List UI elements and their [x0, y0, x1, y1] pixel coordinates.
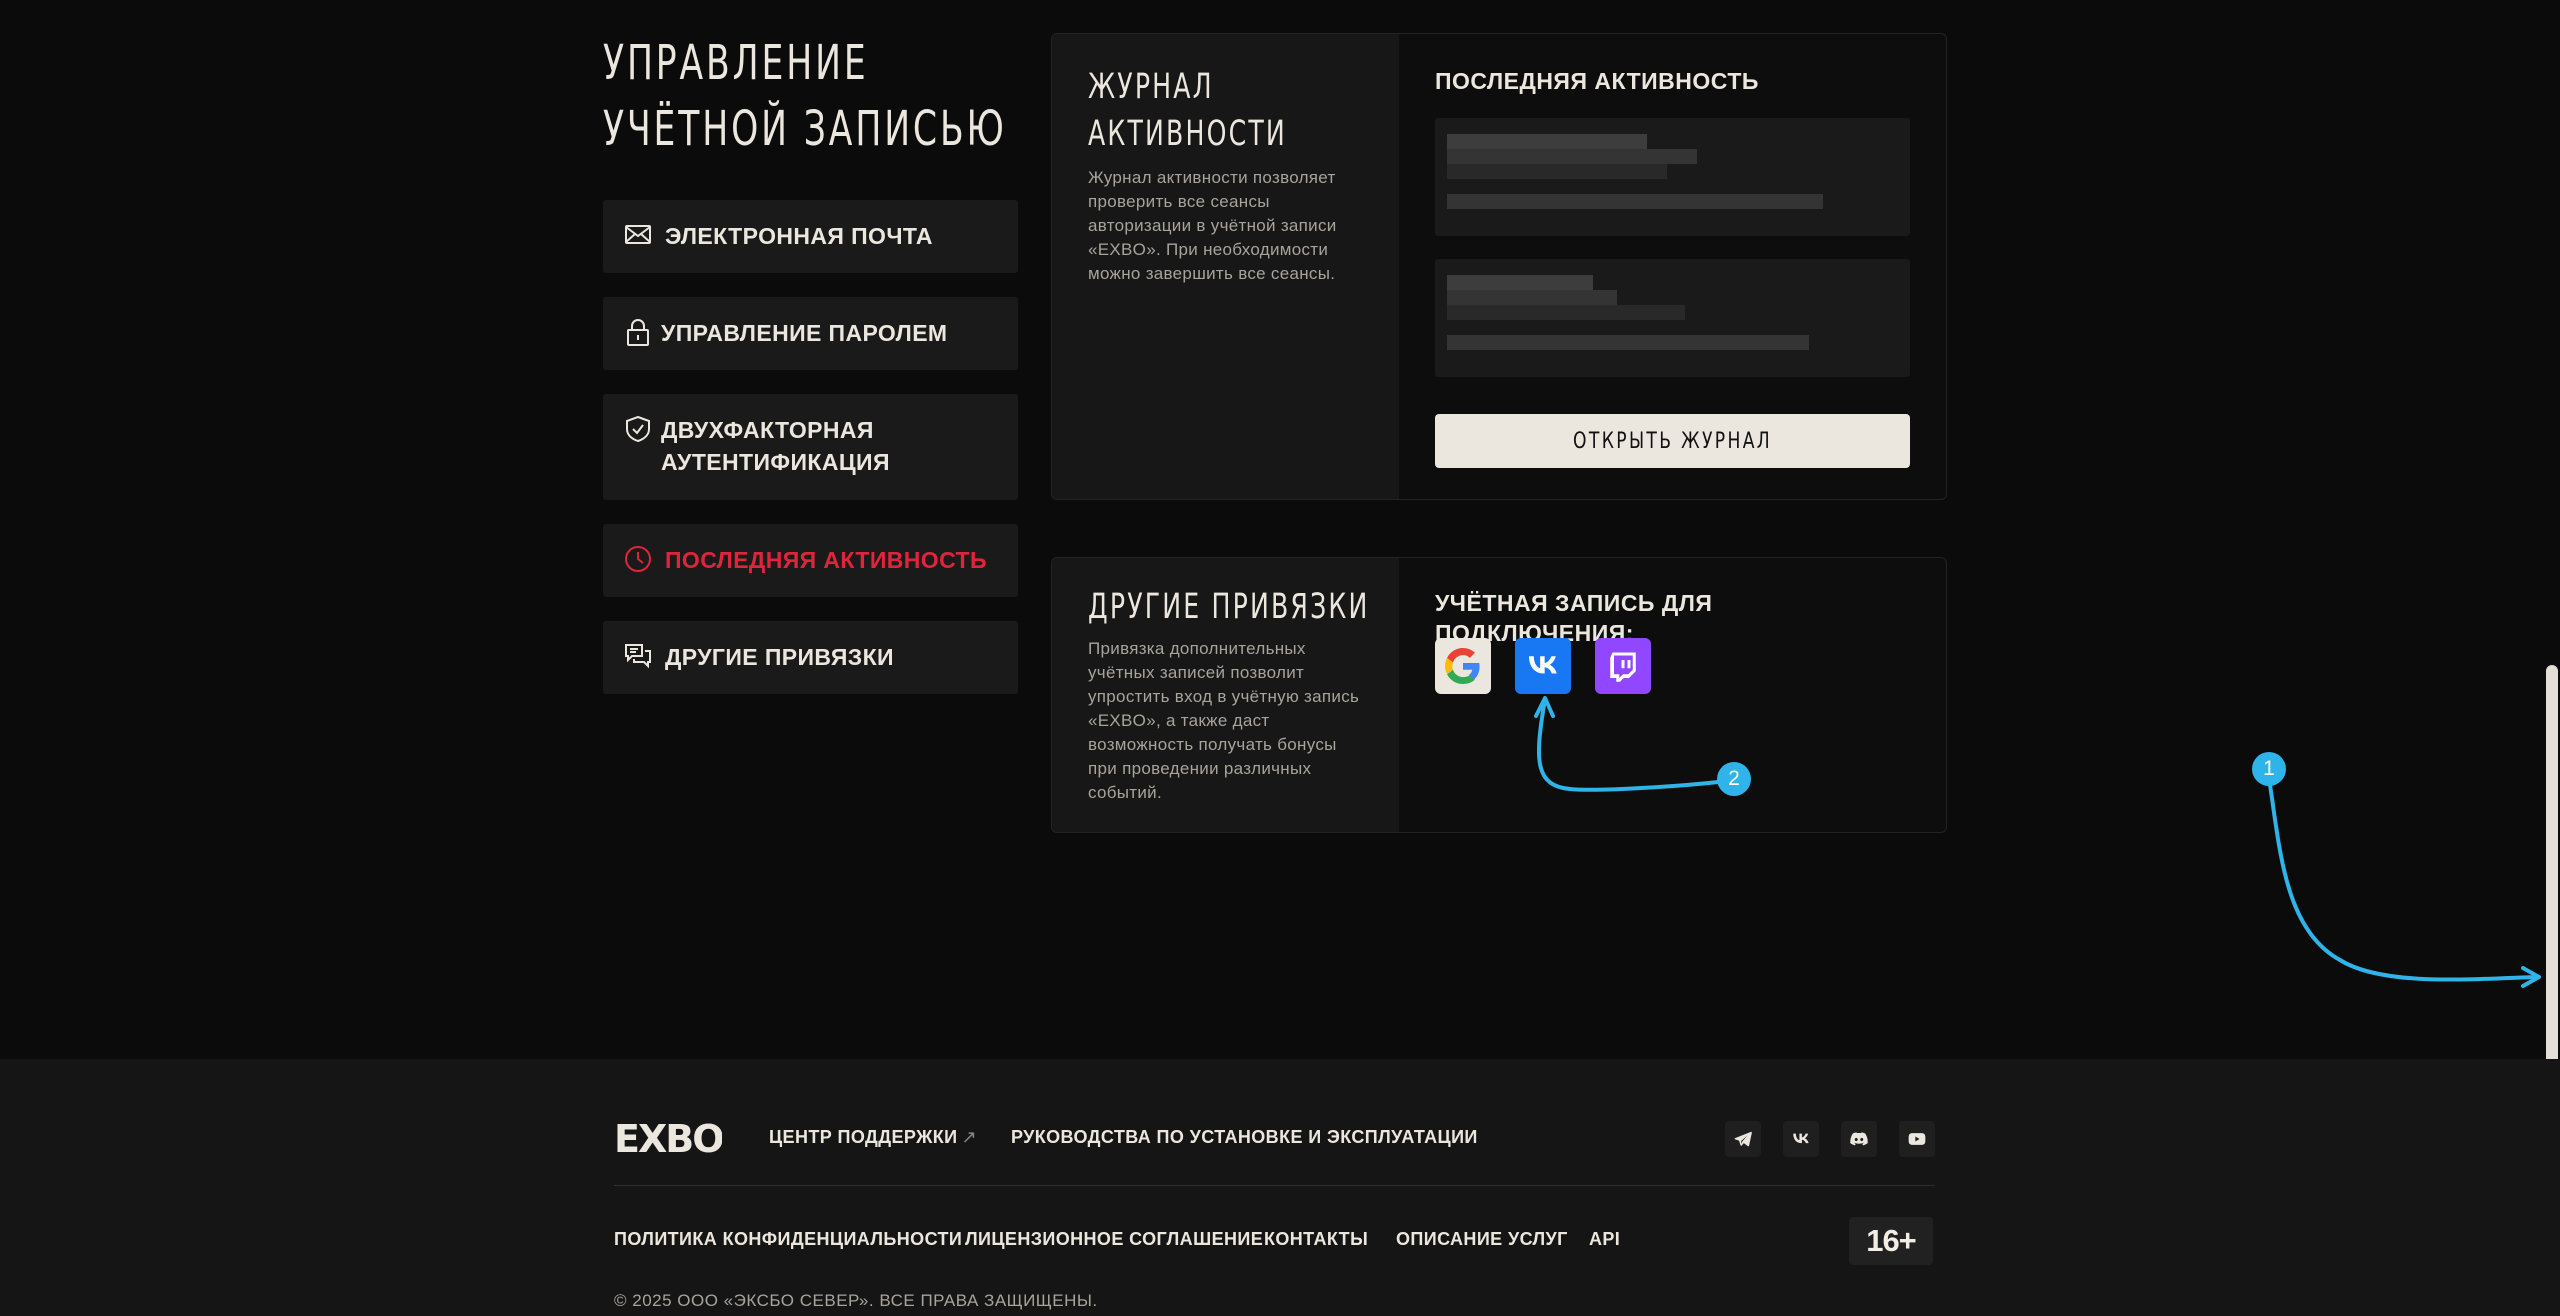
sidebar-item-label: ДРУГИЕ ПРИВЯЗКИ: [665, 644, 894, 670]
page-title: УПРАВЛЕНИЕ УЧЁТНОЙ ЗАПИСЬЮ: [603, 30, 1007, 162]
age-rating-badge: 16+: [1849, 1217, 1933, 1265]
sidebar-item-label: ДВУХФАКТОРНАЯ АУТЕНТИФИКАЦИЯ: [661, 414, 890, 478]
lock-icon: [623, 317, 649, 347]
youtube-link[interactable]: [1899, 1121, 1935, 1157]
sidebar-item-label: ЭЛЕКТРОННАЯ ПОЧТА: [665, 223, 933, 249]
discord-icon: [1850, 1132, 1868, 1146]
sidebar-item-password[interactable]: УПРАВЛЕНИЕ ПАРОЛЕМ: [603, 297, 1018, 370]
redacted-text: [1447, 335, 1809, 350]
footer-divider: [614, 1185, 1935, 1186]
clock-icon: [623, 544, 653, 574]
redacted-text: [1447, 164, 1667, 179]
sidebar-item-2fa[interactable]: ДВУХФАКТОРНАЯ АУТЕНТИФИКАЦИЯ: [603, 394, 1018, 500]
copyright-text: © 2025 ООО «ЭКСБО СЕВЕР». ВСЕ ПРАВА ЗАЩИ…: [614, 1291, 1098, 1310]
contacts-link[interactable]: КОНТАКТЫ: [1264, 1227, 1368, 1251]
activity-entry: [1435, 118, 1910, 236]
open-log-button[interactable]: ОТКРЫТЬ ЖУРНАЛ: [1435, 414, 1910, 468]
google-connect-button[interactable]: [1435, 638, 1491, 694]
redacted-text: [1447, 275, 1593, 290]
other-links-description: Привязка дополнительных учётных записей …: [1088, 639, 1360, 802]
connect-account-heading: УЧЁТНАЯ ЗАПИСЬ ДЛЯ ПОДКЛЮЧЕНИЯ:: [1435, 590, 1713, 646]
external-link-icon: ↗: [961, 1127, 977, 1147]
other-links-card: ДРУГИЕ ПРИВЯЗКИ Привязка дополнительных …: [1051, 557, 1947, 833]
license-agreement-link[interactable]: ЛИЦЕНЗИОННОЕ СОГЛАШЕНИЕ: [965, 1227, 1263, 1251]
services-description-link[interactable]: ОПИСАНИЕ УСЛУГ: [1396, 1227, 1568, 1251]
redacted-text: [1447, 290, 1617, 305]
sidebar-item-email[interactable]: ЭЛЕКТРОННАЯ ПОЧТА: [603, 200, 1018, 273]
activity-log-description: Журнал активности позволяет проверить вс…: [1088, 168, 1337, 283]
vk-connect-button[interactable]: [1515, 638, 1571, 694]
vk-link[interactable]: [1783, 1121, 1819, 1157]
youtube-icon: [1908, 1133, 1926, 1145]
redacted-text: [1447, 149, 1697, 164]
privacy-policy-link[interactable]: ПОЛИТИКА КОНФИДЕНЦИАЛЬНОСТИ: [614, 1227, 962, 1251]
support-center-link[interactable]: ЦЕНТР ПОДДЕРЖКИ ↗: [769, 1125, 977, 1149]
annotation-badge-2: 2: [1717, 762, 1751, 796]
svg-text:EXBO: EXBO: [614, 1118, 722, 1156]
activity-log-main: ПОСЛЕДНЯЯ АКТИВНОСТЬ ОТКРЫТЬ ЖУРНАЛ: [1399, 34, 1946, 499]
activity-log-title-line1: ЖУРНАЛ: [1088, 67, 1214, 107]
activity-log-info: ЖУРНАЛ АКТИВНОСТИ Журнал активности позв…: [1052, 34, 1399, 499]
footer: EXBO ЦЕНТР ПОДДЕРЖКИ ↗ РУКОВОДСТВА ПО УСТ…: [0, 1059, 2560, 1316]
api-link[interactable]: API: [1589, 1227, 1620, 1251]
redacted-text: [1447, 134, 1647, 149]
support-center-label: ЦЕНТР ПОДДЕРЖКИ: [769, 1127, 958, 1147]
telegram-link[interactable]: [1725, 1121, 1761, 1157]
twitch-connect-button[interactable]: [1595, 638, 1651, 694]
sidebar-item-recent-activity[interactable]: ПОСЛЕДНЯЯ АКТИВНОСТЬ: [603, 524, 1018, 597]
guides-link[interactable]: РУКОВОДСТВА ПО УСТАНОВКЕ И ЭКСПЛУАТАЦИИ: [1011, 1125, 1478, 1149]
sidebar-item-label-line2: АУТЕНТИФИКАЦИЯ: [661, 449, 890, 475]
telegram-icon: [1734, 1131, 1752, 1147]
vk-icon: [1528, 656, 1557, 674]
mail-icon: [623, 220, 653, 250]
page-title-line1: УПРАВЛЕНИЕ: [603, 35, 869, 91]
discord-link[interactable]: [1841, 1121, 1877, 1157]
sidebar-item-label-line1: ДВУХФАКТОРНАЯ: [661, 417, 874, 443]
redacted-text: [1447, 194, 1823, 209]
twitch-icon: [1610, 652, 1636, 682]
page-title-line2: УЧЁТНОЙ ЗАПИСЬЮ: [603, 101, 1007, 157]
vk-icon: [1793, 1133, 1809, 1144]
other-links-info: ДРУГИЕ ПРИВЯЗКИ Привязка дополнительных …: [1052, 558, 1399, 832]
other-links-main: УЧЁТНАЯ ЗАПИСЬ ДЛЯ ПОДКЛЮЧЕНИЯ:: [1399, 558, 1946, 832]
recent-activity-heading: ПОСЛЕДНЯЯ АКТИВНОСТЬ: [1435, 68, 1759, 94]
annotation-badge-1: 1: [2252, 752, 2286, 786]
activity-entry: [1435, 259, 1910, 377]
shield-check-icon: [623, 414, 650, 444]
sidebar-item-label: ПОСЛЕДНЯЯ АКТИВНОСТЬ: [665, 547, 987, 573]
open-log-button-label: ОТКРЫТЬ ЖУРНАЛ: [1573, 428, 1772, 454]
other-links-title: ДРУГИЕ ПРИВЯЗКИ: [1088, 587, 1370, 627]
sidebar-item-other-links[interactable]: ДРУГИЕ ПРИВЯЗКИ: [603, 621, 1018, 694]
redacted-text: [1447, 305, 1685, 320]
sidebar-item-label: УПРАВЛЕНИЕ ПАРОЛЕМ: [661, 320, 948, 346]
chat-icon: [623, 641, 653, 671]
google-icon: [1445, 648, 1480, 684]
exbo-logo[interactable]: EXBO: [614, 1118, 722, 1156]
activity-log-title-line2: АКТИВНОСТИ: [1088, 114, 1287, 154]
activity-log-card: ЖУРНАЛ АКТИВНОСТИ Журнал активности позв…: [1051, 33, 1947, 500]
activity-log-title: ЖУРНАЛ АКТИВНОСТИ: [1088, 64, 1286, 158]
